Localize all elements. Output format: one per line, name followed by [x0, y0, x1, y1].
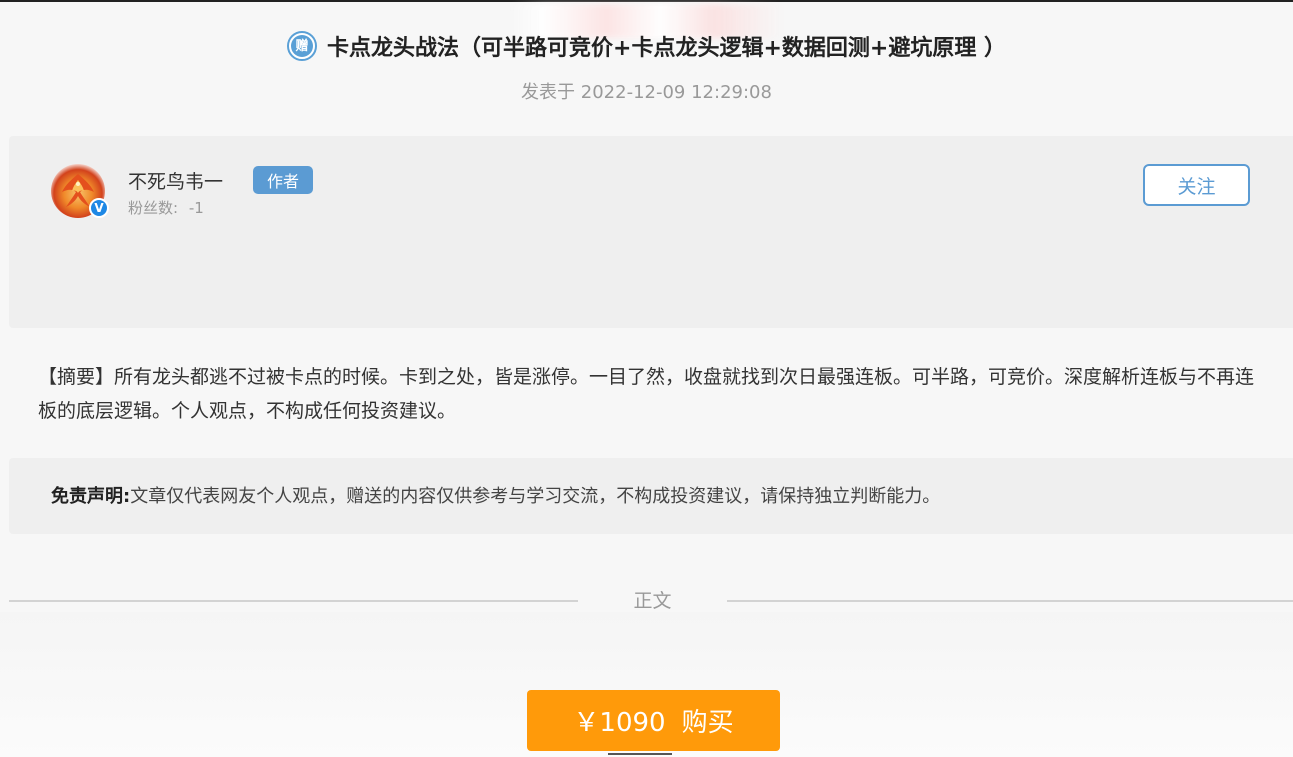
fans-count: -1 — [188, 199, 204, 217]
buy-button[interactable]: ￥1090 购买 — [527, 690, 780, 751]
gift-icon-char: 赠 — [291, 35, 314, 57]
divider-line-left — [9, 600, 578, 602]
gift-icon: 赠 — [287, 31, 318, 61]
scroll-indicator — [608, 753, 672, 755]
author-card: V 不死鸟韦一 作者 粉丝数: -1 关注 — [9, 136, 1293, 328]
follow-button[interactable]: 关注 — [1143, 164, 1250, 206]
buy-price: ￥1090 — [573, 708, 666, 738]
publish-time: 发表于 2022-12-09 12:29:08 — [521, 82, 772, 103]
disclaimer-text: 文章仅代表网友个人观点，赠送的内容仅供参考与学习交流，不构成投资建议，请保持独立… — [130, 486, 941, 507]
top-edge — [0, 0, 1293, 2]
divider-line-right — [727, 600, 1293, 602]
article-title: 卡点龙头战法（可半路可竞价+卡点龙头逻辑+数据回测+避坑原理 ） — [327, 36, 1006, 61]
article-title-row: 赠 卡点龙头战法（可半路可竞价+卡点龙头逻辑+数据回测+避坑原理 ） — [0, 30, 1293, 62]
fans-label: 粉丝数: — [128, 199, 179, 217]
article-abstract: 【摘要】所有龙头都逃不过被卡点的时候。卡到之处，皆是涨停。一目了然，收盘就找到次… — [38, 366, 1255, 422]
fans-count-row: 粉丝数: -1 — [128, 197, 204, 218]
buy-label: 购买 — [681, 708, 734, 738]
disclaimer: 免责声明:文章仅代表网友个人观点，赠送的内容仅供参考与学习交流，不构成投资建议，… — [51, 482, 940, 508]
author-badge: 作者 — [253, 166, 313, 194]
disclaimer-box: 免责声明:文章仅代表网友个人观点，赠送的内容仅供参考与学习交流，不构成投资建议，… — [9, 458, 1293, 534]
divider-label: 正文 — [633, 590, 672, 612]
disclaimer-label: 免责声明: — [51, 486, 131, 507]
verified-icon: V — [89, 198, 109, 218]
author-name[interactable]: 不死鸟韦一 — [128, 167, 223, 194]
